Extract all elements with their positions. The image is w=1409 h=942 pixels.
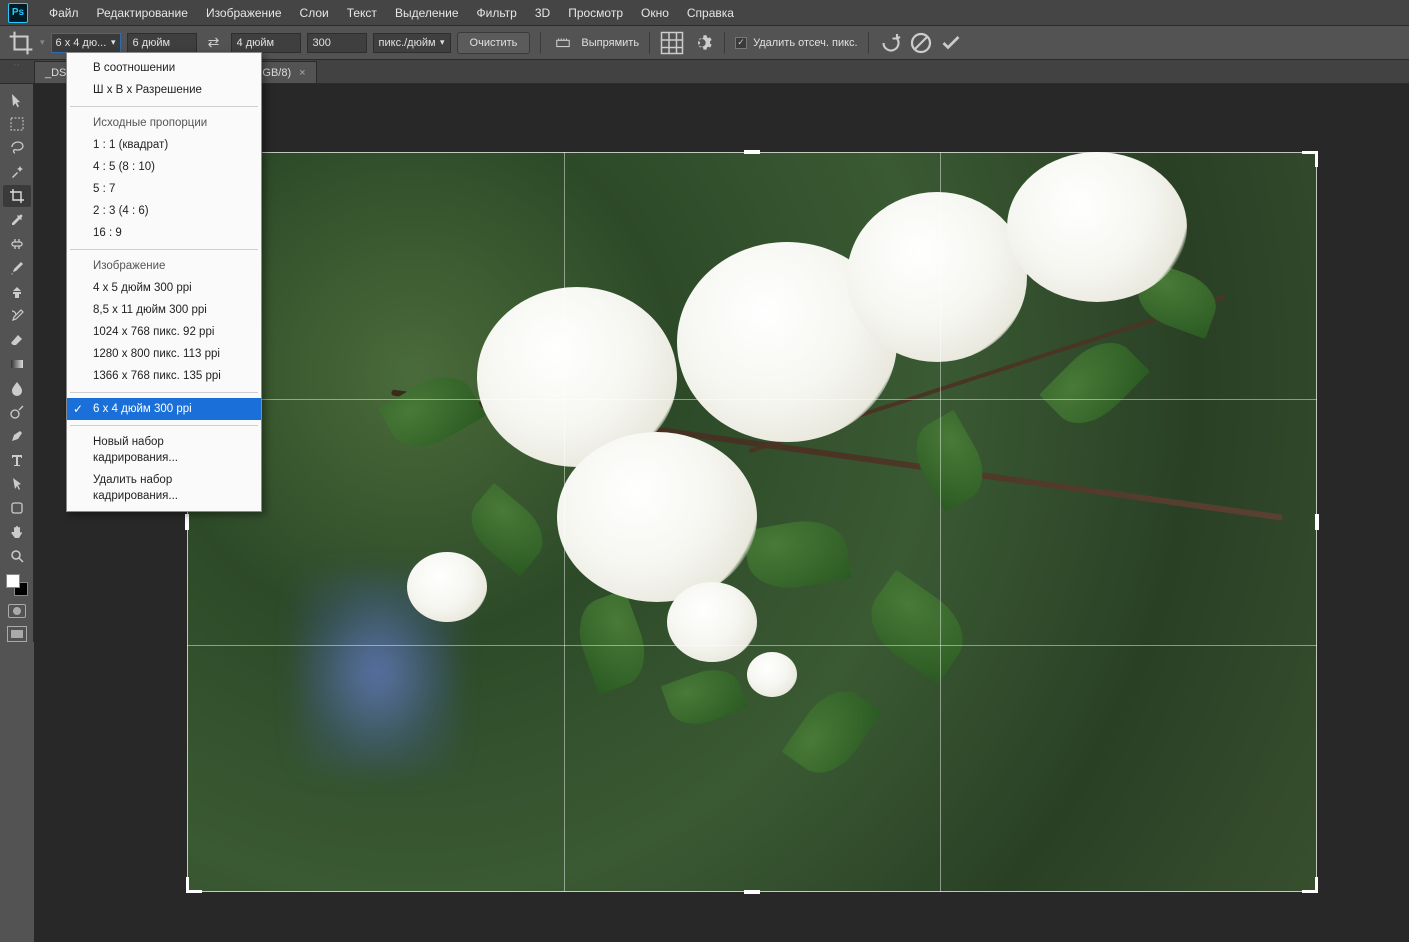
menu-select[interactable]: Выделение xyxy=(386,2,468,24)
menu-filter[interactable]: Фильтр xyxy=(468,2,526,24)
preset-1-1[interactable]: 1 : 1 (квадрат) xyxy=(67,134,261,156)
swap-dimensions-icon[interactable]: ⇄ xyxy=(203,33,225,53)
marquee-tool[interactable] xyxy=(3,113,31,135)
screen-mode-icon[interactable] xyxy=(7,626,27,642)
type-tool[interactable] xyxy=(3,449,31,471)
clear-button[interactable]: Очистить xyxy=(457,32,531,54)
preset-wxhxres[interactable]: Ш x В x Разрешение xyxy=(67,79,261,101)
toolbar-grip[interactable]: ∙∙ xyxy=(0,60,34,68)
clone-stamp-tool[interactable] xyxy=(3,281,31,303)
crop-resolution-input[interactable] xyxy=(307,33,367,53)
crop-preset-dropdown[interactable]: 6 x 4 дю... ▾ xyxy=(51,33,121,53)
preset-4x5-300[interactable]: 4 x 5 дюйм 300 ppi xyxy=(67,277,261,299)
preset-4-5[interactable]: 4 : 5 (8 : 10) xyxy=(67,156,261,178)
menu-bar: Ps Файл Редактирование Изображение Слои … xyxy=(0,0,1409,26)
magic-wand-tool[interactable] xyxy=(3,161,31,183)
straighten-icon[interactable] xyxy=(551,31,575,55)
commit-crop-icon[interactable] xyxy=(939,31,963,55)
menu-file[interactable]: Файл xyxy=(40,2,88,24)
delete-cropped-label: Удалить отсеч. пикс. xyxy=(753,37,858,49)
menu-view[interactable]: Просмотр xyxy=(559,2,632,24)
gradient-tool[interactable] xyxy=(3,353,31,375)
straighten-label[interactable]: Выпрямить xyxy=(581,37,639,49)
tools-panel xyxy=(0,84,34,642)
crop-options-gear-icon[interactable] xyxy=(690,31,714,55)
crop-preset-menu: В соотношении Ш x В x Разрешение Исходны… xyxy=(66,52,262,512)
app-logo[interactable]: Ps xyxy=(8,3,28,23)
color-swatches[interactable] xyxy=(6,574,28,596)
history-brush-tool[interactable] xyxy=(3,305,31,327)
preset-5-7[interactable]: 5 : 7 xyxy=(67,178,261,200)
move-tool[interactable] xyxy=(3,89,31,111)
menu-window[interactable]: Окно xyxy=(632,2,678,24)
menu-edit[interactable]: Редактирование xyxy=(88,2,197,24)
menu-layers[interactable]: Слои xyxy=(291,2,338,24)
preset-2-3[interactable]: 2 : 3 (4 : 6) xyxy=(67,200,261,222)
foreground-color-swatch[interactable] xyxy=(6,574,20,588)
tab-close-icon[interactable]: × xyxy=(299,67,305,79)
preset-header-original: Исходные пропорции xyxy=(67,112,261,134)
dodge-tool[interactable] xyxy=(3,401,31,423)
quick-mask-icon[interactable] xyxy=(8,604,26,618)
blur-tool[interactable] xyxy=(3,377,31,399)
brush-tool[interactable] xyxy=(3,257,31,279)
crop-tool[interactable] xyxy=(3,185,31,207)
menu-help[interactable]: Справка xyxy=(678,2,743,24)
eraser-tool[interactable] xyxy=(3,329,31,351)
preset-85x11-300[interactable]: 8,5 x 11 дюйм 300 ppi xyxy=(67,299,261,321)
preset-1366x768[interactable]: 1366 x 768 пикс. 135 ppi xyxy=(67,365,261,387)
eyedropper-tool[interactable] xyxy=(3,209,31,231)
preset-delete-crop-set[interactable]: Удалить набор кадрирования... xyxy=(67,469,261,507)
crop-width-input[interactable] xyxy=(127,33,197,53)
cancel-crop-icon[interactable] xyxy=(909,31,933,55)
pen-tool[interactable] xyxy=(3,425,31,447)
tab-title-left: _DS xyxy=(45,67,66,79)
preset-1280x800[interactable]: 1280 x 800 пикс. 113 ppi xyxy=(67,343,261,365)
menu-3d[interactable]: 3D xyxy=(526,2,559,24)
crop-preset-value: 6 x 4 дю... xyxy=(56,37,107,49)
path-selection-tool[interactable] xyxy=(3,473,31,495)
crop-height-input[interactable] xyxy=(231,33,301,53)
overlay-grid-icon[interactable] xyxy=(660,31,684,55)
check-icon: ✓ xyxy=(73,401,83,417)
reset-crop-icon[interactable] xyxy=(879,31,903,55)
crop-tool-icon[interactable] xyxy=(8,32,34,54)
healing-brush-tool[interactable] xyxy=(3,233,31,255)
shape-tool[interactable] xyxy=(3,497,31,519)
preset-1024x768[interactable]: 1024 x 768 пикс. 92 ppi xyxy=(67,321,261,343)
preset-ratio[interactable]: В соотношении xyxy=(67,57,261,79)
lasso-tool[interactable] xyxy=(3,137,31,159)
preset-header-image: Изображение xyxy=(67,255,261,277)
hand-tool[interactable] xyxy=(3,521,31,543)
document-image xyxy=(187,152,1317,892)
delete-cropped-checkbox[interactable]: ✓ xyxy=(735,37,747,49)
zoom-tool[interactable] xyxy=(3,545,31,567)
menu-text[interactable]: Текст xyxy=(338,2,386,24)
resolution-units-dropdown[interactable]: пикс./дюйм▾ xyxy=(373,33,451,53)
preset-6x4-300-selected[interactable]: ✓ 6 x 4 дюйм 300 ppi xyxy=(67,398,261,420)
preset-new-crop-set[interactable]: Новый набор кадрирования... xyxy=(67,431,261,469)
menu-image[interactable]: Изображение xyxy=(197,2,291,24)
preset-16-9[interactable]: 16 : 9 xyxy=(67,222,261,244)
